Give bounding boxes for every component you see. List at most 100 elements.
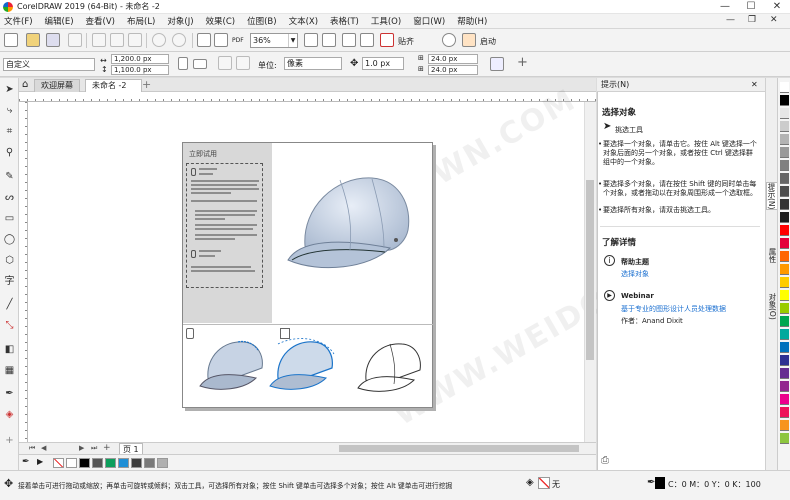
add-page-nav-button[interactable]: + (103, 443, 111, 453)
pdf-label[interactable]: PDF (232, 37, 244, 44)
zoom-tool-icon[interactable]: ⚲ (3, 146, 16, 159)
palette-swatch[interactable] (780, 329, 789, 340)
save-icon[interactable] (46, 33, 60, 47)
doc-swatch[interactable] (105, 458, 116, 468)
palette-eyedropper-icon[interactable]: ✒ (22, 457, 30, 467)
grid-icon[interactable] (342, 33, 356, 47)
palette-swatch[interactable] (780, 212, 789, 223)
doc-swatch[interactable] (66, 458, 77, 468)
units-select[interactable]: 像素 (284, 57, 342, 70)
paragraph-text-frame[interactable] (186, 163, 263, 288)
palette-swatch[interactable] (780, 303, 789, 314)
snap-off-icon[interactable] (380, 33, 394, 47)
palette-swatch[interactable] (780, 394, 789, 405)
import-icon[interactable] (197, 33, 211, 47)
palette-swatch[interactable] (780, 290, 789, 301)
add-tool-icon[interactable]: + (3, 434, 16, 447)
horizontal-ruler[interactable] (19, 92, 596, 102)
doc-swatch[interactable] (79, 458, 90, 468)
menu-object[interactable]: 对象(J) (167, 15, 193, 27)
home-icon[interactable]: ⌂ (22, 79, 28, 90)
paste-icon[interactable] (128, 33, 142, 47)
launch-icon[interactable] (462, 33, 476, 47)
palette-swatch[interactable] (780, 355, 789, 366)
current-page-icon[interactable] (236, 56, 250, 70)
full-screen-icon[interactable] (304, 33, 318, 47)
webinar-link[interactable]: 基于专业的图形设计人员处理数据 (621, 304, 726, 314)
duplicate-y-field[interactable]: 24.0 px (428, 65, 478, 75)
no-color-swatch[interactable] (53, 458, 64, 468)
palette-swatch[interactable] (780, 95, 789, 106)
print-icon[interactable] (68, 33, 82, 47)
palette-swatch[interactable] (780, 160, 789, 171)
palette-arrow-icon[interactable]: ▶ (37, 457, 43, 466)
freehand-tool-icon[interactable]: ✎ (3, 170, 16, 183)
palette-swatch[interactable] (780, 433, 789, 444)
shape-tool-icon[interactable]: ⤷ (3, 104, 16, 117)
launch-button[interactable]: 启动 (480, 36, 496, 47)
crop-tool-icon[interactable]: ⌗ (3, 125, 16, 138)
palette-swatch[interactable] (780, 264, 789, 275)
redo-icon[interactable] (172, 33, 186, 47)
maximize-button[interactable]: ☐ (738, 0, 764, 14)
artistic-media-icon[interactable]: ᔕ (3, 191, 16, 204)
snap-to-button[interactable]: 贴齐 (398, 36, 414, 47)
palette-swatch[interactable] (780, 277, 789, 288)
page-width-field[interactable]: 1,200.0 px (111, 54, 169, 64)
edit-page-icon[interactable] (490, 57, 504, 71)
palette-swatch[interactable] (780, 251, 789, 262)
doc-swatch[interactable] (157, 458, 168, 468)
palette-swatch[interactable] (780, 147, 789, 158)
palette-swatch[interactable] (780, 407, 789, 418)
palette-swatch[interactable] (780, 368, 789, 379)
palette-swatch[interactable] (780, 82, 789, 93)
prev-page-icon[interactable]: ◀ (41, 444, 46, 452)
menu-window[interactable]: 窗口(W) (413, 15, 445, 27)
text-tool-icon[interactable]: 字 (3, 275, 16, 288)
interactive-fill-icon[interactable]: ◈ (3, 408, 16, 421)
landscape-icon[interactable] (193, 59, 207, 69)
connector-tool-icon[interactable]: ⤡ (3, 319, 16, 332)
eyedropper-icon[interactable]: ✒ (3, 387, 16, 400)
new-tab-button[interactable]: + (142, 78, 151, 91)
palette-swatch[interactable] (780, 121, 789, 132)
palette-swatch[interactable] (780, 134, 789, 145)
outline-color-swatch[interactable] (655, 477, 665, 489)
page-size-preset-select[interactable]: 自定义 (3, 58, 95, 71)
options-gear-icon[interactable] (442, 33, 456, 47)
doc-swatch[interactable] (118, 458, 129, 468)
minimize-button[interactable]: — (712, 0, 738, 14)
undo-icon[interactable] (152, 33, 166, 47)
palette-swatch[interactable] (780, 381, 789, 392)
rectangle-tool-icon[interactable]: ▭ (3, 212, 16, 225)
new-document-icon[interactable] (4, 33, 18, 47)
ellipse-tool-icon[interactable]: ◯ (3, 233, 16, 246)
duplicate-x-field[interactable]: 24.0 px (428, 54, 478, 64)
vertical-ruler[interactable] (19, 102, 28, 442)
copy-icon[interactable] (110, 33, 124, 47)
parallel-dimension-icon[interactable]: ╱ (3, 298, 16, 311)
all-pages-icon[interactable] (218, 56, 232, 70)
menu-effects[interactable]: 效果(C) (206, 15, 236, 27)
doc-swatch[interactable] (144, 458, 155, 468)
palette-swatch[interactable] (780, 186, 789, 197)
tab-document[interactable]: 未命名 -2 (85, 79, 142, 92)
open-folder-icon[interactable] (26, 33, 40, 47)
palette-swatch[interactable] (780, 108, 789, 119)
doc-swatch[interactable] (92, 458, 103, 468)
menu-help[interactable]: 帮助(H) (457, 15, 487, 27)
menu-tools[interactable]: 工具(O) (371, 15, 401, 27)
fill-none-swatch[interactable] (538, 477, 550, 489)
page-height-field[interactable]: 1,100.0 px (111, 65, 169, 75)
docker-close-icon[interactable]: ✕ (751, 78, 758, 91)
menu-file[interactable]: 文件(F) (4, 15, 33, 27)
palette-swatch[interactable] (780, 225, 789, 236)
rulers-icon[interactable] (322, 33, 336, 47)
menu-edit[interactable]: 编辑(E) (45, 15, 74, 27)
palette-swatch[interactable] (780, 238, 789, 249)
tab-welcome[interactable]: 欢迎屏幕 (34, 79, 80, 92)
palette-swatch[interactable] (780, 316, 789, 327)
palette-swatch[interactable] (780, 173, 789, 184)
last-page-icon[interactable]: ⏭ (91, 444, 97, 453)
add-page-button[interactable]: + (517, 55, 528, 70)
